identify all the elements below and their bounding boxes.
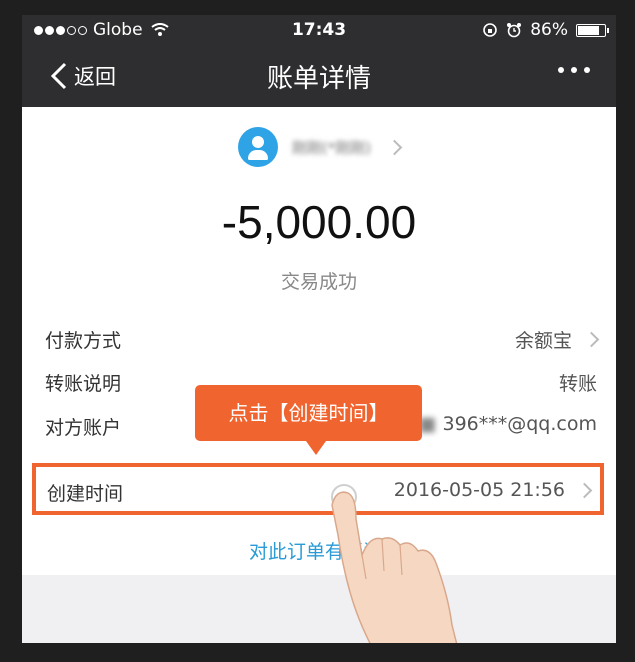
alarm-icon	[507, 23, 522, 38]
transaction-status: 交易成功	[280, 271, 357, 293]
detail-value: 转账	[558, 373, 597, 395]
detail-label: 对方账户	[45, 417, 122, 439]
contact-row[interactable]: 刚刚(*刚刚)	[22, 127, 616, 167]
chevron-right-icon	[576, 482, 593, 498]
more-dot-icon	[558, 67, 564, 73]
battery-percent: 86%	[530, 20, 568, 40]
created-label: 创建时间	[47, 483, 124, 505]
phone-screen: Globe 17:43 86% 返回 账单详情 刚刚(*刚刚) -5,000.0…	[22, 15, 616, 643]
detail-value: 396***@qq.com	[442, 413, 597, 435]
transaction-amount: -5,000.00	[221, 196, 417, 248]
avatar	[237, 127, 278, 167]
chevron-right-icon	[386, 139, 403, 155]
instruction-tooltip: 点击【创建时间】	[195, 385, 422, 455]
status-right: 86%	[482, 20, 609, 40]
detail-value-wrap: 余额宝	[514, 326, 600, 353]
rotation-lock-icon	[483, 23, 498, 37]
more-dot-icon	[584, 67, 590, 73]
top-header: Globe 17:43 86% 返回 账单详情	[22, 15, 616, 107]
pointing-hand-icon	[331, 484, 458, 643]
more-button[interactable]	[558, 67, 590, 73]
more-dot-icon	[571, 67, 577, 73]
detail-row-payment-method[interactable]: 付款方式 余额宝	[45, 320, 600, 356]
bottom-area	[22, 575, 616, 643]
detail-label: 付款方式	[45, 330, 122, 352]
battery-icon	[576, 23, 609, 37]
created-time-row[interactable]: 创建时间 2016-05-05 21:56	[32, 463, 604, 515]
detail-value-wrap: ■■ 396***@qq.com	[401, 413, 597, 435]
status-bar: Globe 17:43 86%	[22, 15, 616, 45]
detail-label: 转账说明	[45, 373, 122, 395]
detail-value: 余额宝	[514, 330, 572, 352]
nav-bar: 返回 账单详情	[22, 53, 616, 101]
chevron-right-icon	[583, 331, 600, 348]
page-title: 账单详情	[266, 64, 371, 94]
contact-name: 刚刚(*刚刚)	[291, 138, 372, 157]
